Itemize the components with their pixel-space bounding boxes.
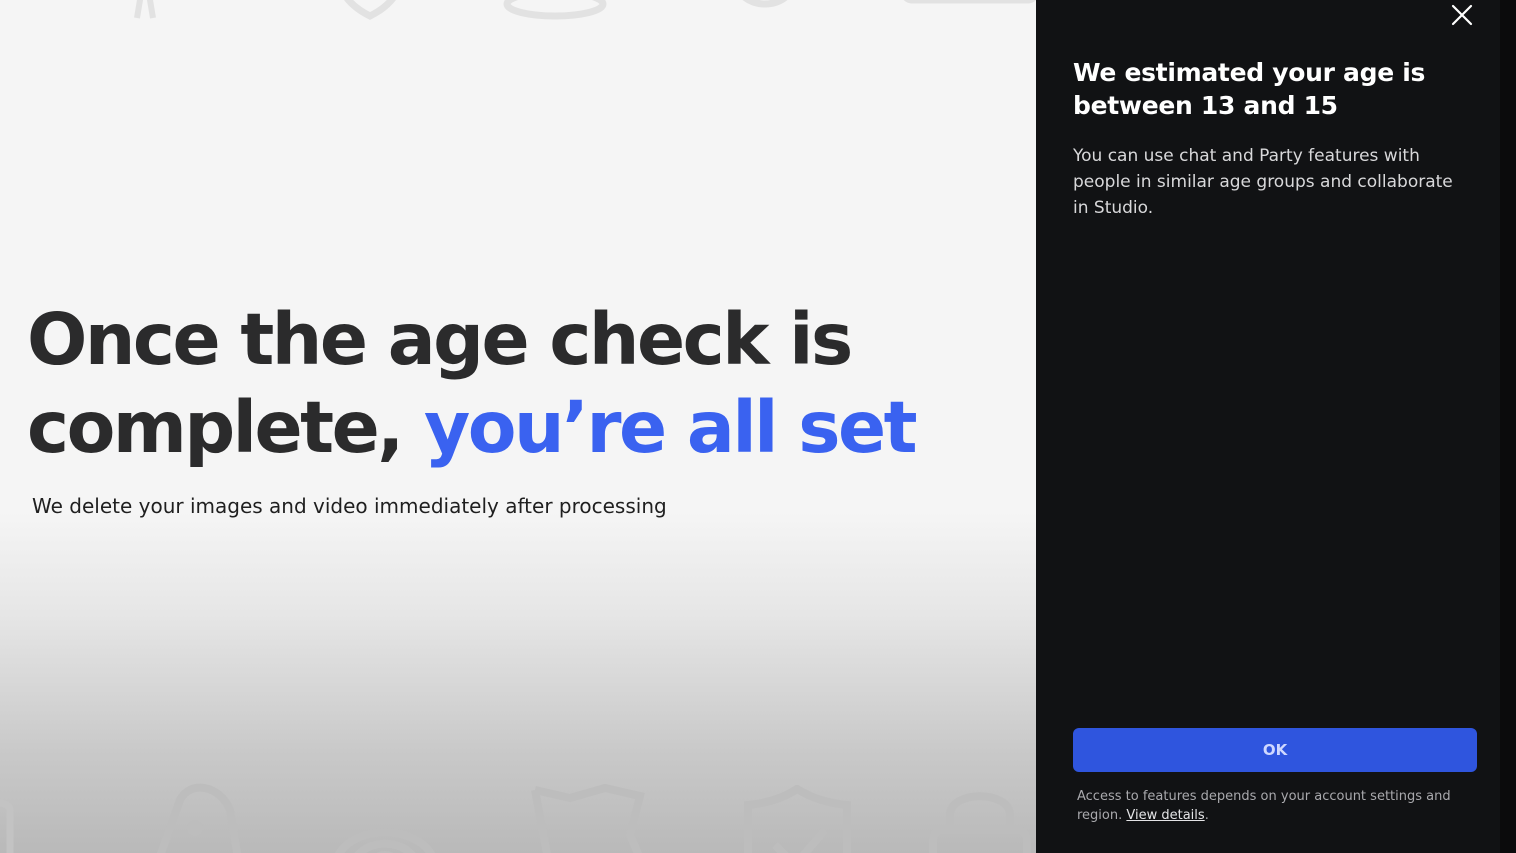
headline-line-1: Once the age check is xyxy=(27,298,853,381)
result-description: You can use chat and Party features with… xyxy=(1073,146,1453,218)
view-details-link[interactable]: View details xyxy=(1126,808,1204,823)
pin-icon xyxy=(0,799,14,853)
shield-icon xyxy=(344,0,396,20)
close-icon xyxy=(1451,4,1473,26)
pin-icon xyxy=(134,0,156,19)
promo-area: Once the age check is complete, you’re a… xyxy=(0,0,1036,853)
age-result-panel: We estimated your age is between 13 and … xyxy=(1036,0,1500,853)
headline-plain: complete, xyxy=(27,386,424,469)
age-check-screen: Once the age check is complete, you’re a… xyxy=(0,0,1516,853)
fingerprint-icon xyxy=(503,0,607,20)
lock-icon xyxy=(929,792,1031,853)
shield-check-icon xyxy=(744,785,851,853)
footnote-end: . xyxy=(1204,808,1209,823)
headline-accent: you’re all set xyxy=(423,386,918,469)
fingerprint-icon xyxy=(335,828,435,853)
result-title: We estimated your age is between 13 and … xyxy=(1073,58,1426,120)
panel-edge xyxy=(1500,0,1516,853)
headline: Once the age check is complete, you’re a… xyxy=(27,296,1007,472)
close-button[interactable] xyxy=(1447,0,1477,30)
ok-button[interactable]: OK xyxy=(1073,728,1477,772)
headline-line-2: complete, you’re all set xyxy=(27,384,1007,472)
flag-icon xyxy=(531,783,645,853)
globe-icon xyxy=(742,0,788,8)
card-icon xyxy=(903,0,1036,4)
footnote: Access to features depends on your accou… xyxy=(1077,787,1457,825)
privacy-subline: We delete your images and video immediat… xyxy=(32,494,667,518)
rocket-icon xyxy=(156,783,242,853)
